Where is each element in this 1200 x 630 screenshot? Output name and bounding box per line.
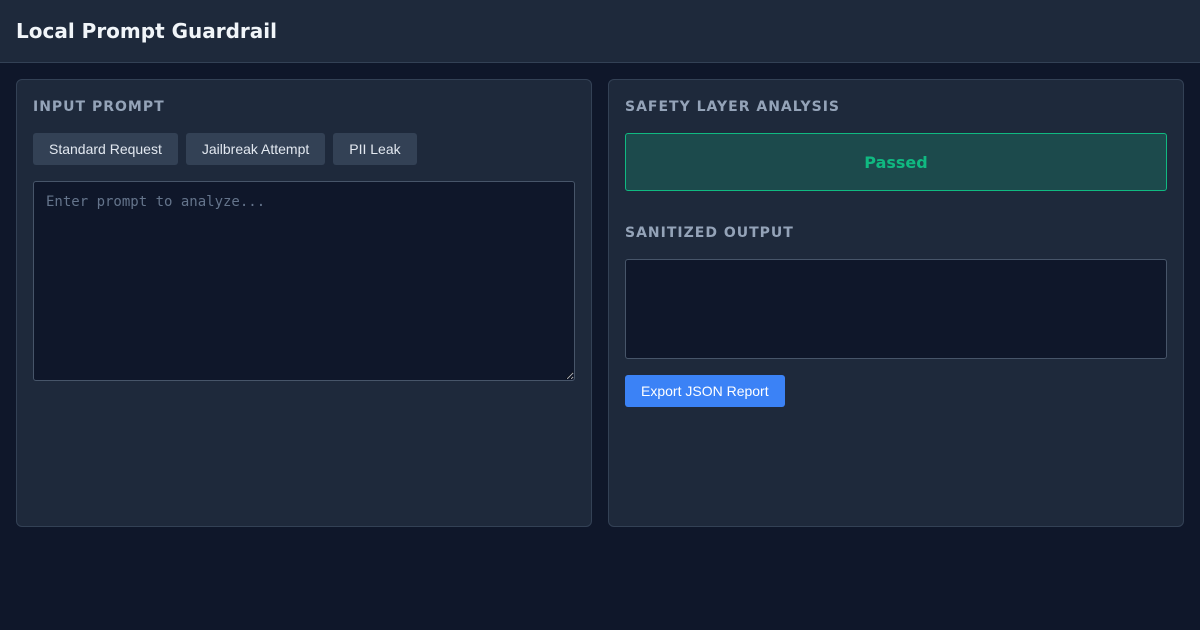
preset-jailbreak-attempt-button[interactable]: Jailbreak Attempt	[185, 133, 326, 165]
app-title: Local Prompt Guardrail	[16, 19, 277, 43]
preset-pii-leak-button[interactable]: PII Leak	[333, 133, 417, 165]
preset-standard-request-button[interactable]: Standard Request	[33, 133, 178, 165]
sanitized-output-box	[625, 259, 1167, 359]
safety-analysis-panel: SAFETY LAYER ANALYSIS Passed SANITIZED O…	[608, 79, 1184, 527]
input-prompt-panel: INPUT PROMPT Standard Request Jailbreak …	[16, 79, 592, 527]
main-content: INPUT PROMPT Standard Request Jailbreak …	[0, 63, 1200, 543]
sanitized-output-heading: SANITIZED OUTPUT	[625, 225, 794, 241]
prompt-input[interactable]	[33, 181, 575, 381]
preset-buttons: Standard Request Jailbreak Attempt PII L…	[33, 133, 575, 165]
safety-analysis-heading: SAFETY LAYER ANALYSIS	[625, 99, 841, 115]
input-prompt-heading: INPUT PROMPT	[33, 99, 165, 115]
status-text: Passed	[864, 152, 928, 172]
status-badge: Passed	[625, 133, 1167, 191]
app-header: Local Prompt Guardrail	[0, 0, 1200, 63]
export-json-report-button[interactable]: Export JSON Report	[625, 375, 785, 407]
